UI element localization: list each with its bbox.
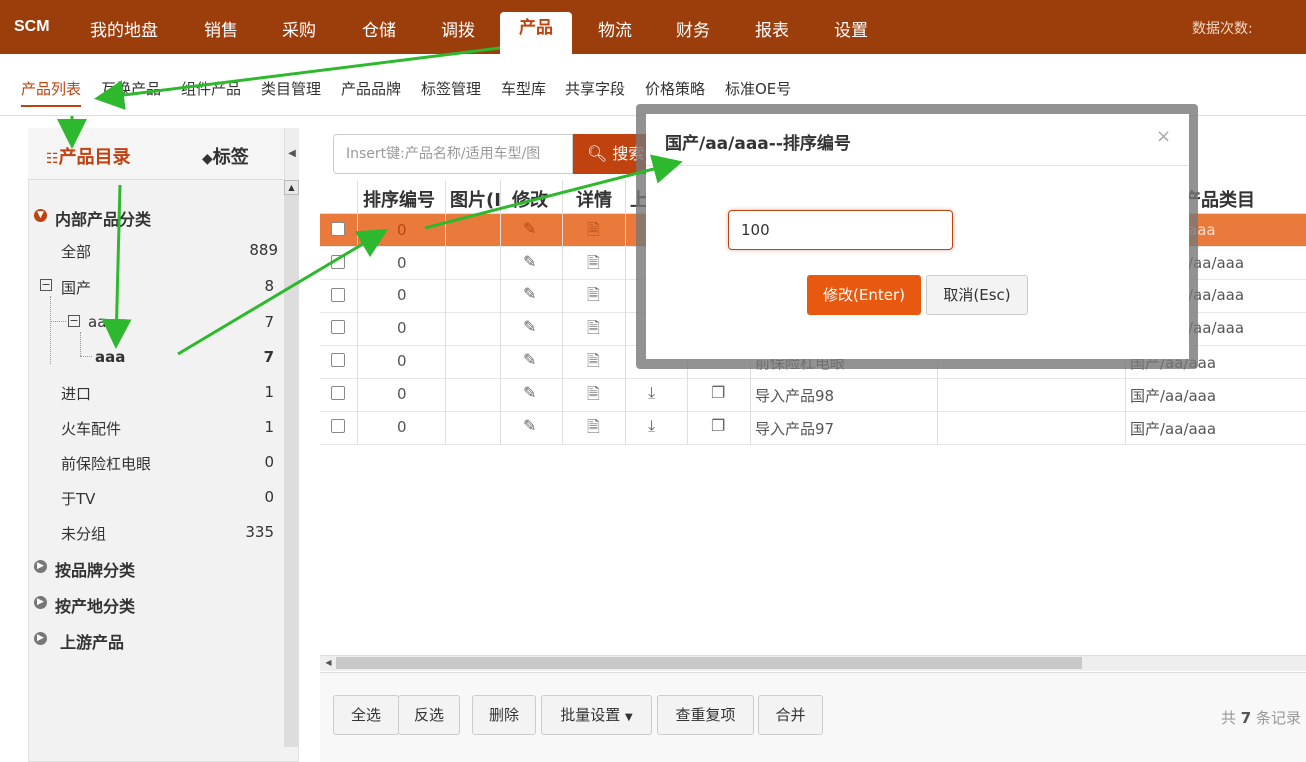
arrow-to-aaa [101, 184, 132, 349]
arrow-to-modal [424, 154, 683, 230]
arrow-to-sort-cell [177, 228, 389, 356]
annotation-arrows [57, 46, 683, 356]
arrow-to-product-list [94, 46, 501, 110]
